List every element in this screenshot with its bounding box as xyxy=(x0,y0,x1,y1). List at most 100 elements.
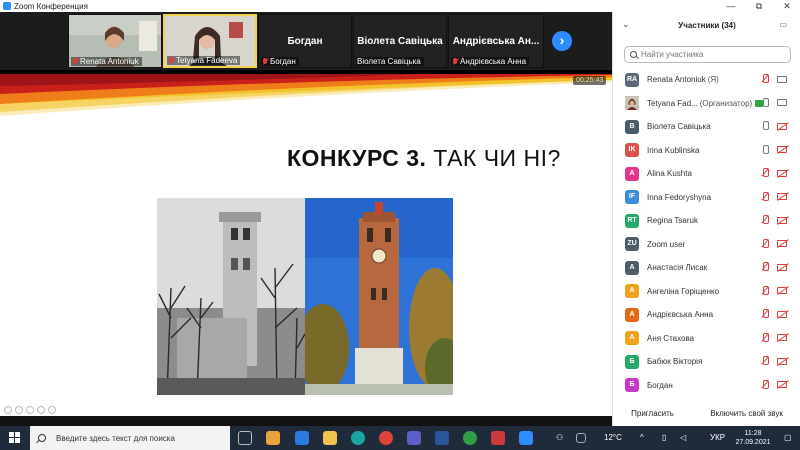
windows-start-icon[interactable] xyxy=(0,426,30,450)
volume-icon[interactable]: ◁ xyxy=(680,426,686,450)
popout-icon[interactable]: ▭ xyxy=(779,20,787,29)
camera-off-icon xyxy=(777,146,787,153)
name-tile-andrievska[interactable]: Андрієвська Ан... Андрієвська Анна xyxy=(448,14,544,68)
slide-title-rest: ТАК ЧИ НІ? xyxy=(426,145,561,171)
name-tile-violeta[interactable]: Віолета Савіцька Віолета Савіцька xyxy=(353,14,447,68)
participant-row[interactable]: Tetyana Fad... (Организатор) xyxy=(613,92,800,116)
camera-on-icon xyxy=(777,75,787,83)
participant-row[interactable]: Б Богдан xyxy=(613,374,800,398)
slide-title: КОНКУРС 3. ТАК ЧИ НІ? xyxy=(287,145,561,172)
tower-photo-old xyxy=(157,198,305,395)
participant-row[interactable]: IF Inna Fedoryshyna xyxy=(613,186,800,210)
recording-timer: 00:25:43 xyxy=(573,76,607,85)
clock-time: 11:28 xyxy=(744,430,762,437)
meeting-footer xyxy=(0,416,612,426)
title-bar: Zoom Конференция — ⧉ ✕ xyxy=(0,0,800,12)
eraser-tool-icon[interactable] xyxy=(26,406,34,414)
participant-row[interactable]: А Андрієвська Анна xyxy=(613,303,800,327)
restore-button[interactable]: ⧉ xyxy=(746,0,772,12)
participant-row[interactable]: А Аня Стахова xyxy=(613,327,800,351)
chrome-icon[interactable] xyxy=(379,431,393,445)
mail-icon[interactable] xyxy=(295,431,309,445)
zoom-logo-icon xyxy=(3,2,11,10)
more-tools-icon[interactable] xyxy=(48,406,56,414)
tile-caption: Renata Antoniuk xyxy=(71,57,142,66)
network-icon[interactable]: ▯ xyxy=(662,426,666,450)
word-icon[interactable] xyxy=(435,431,449,445)
participant-row[interactable]: RT Regina Tsaruk xyxy=(613,209,800,233)
participant-name: Андрієвська Анна xyxy=(647,310,714,320)
video-tile-renata[interactable]: Renata Antoniuk xyxy=(68,14,162,68)
participant-row[interactable]: ZU Zoom user xyxy=(613,233,800,257)
teams-icon[interactable] xyxy=(407,431,421,445)
participant-row[interactable]: В Віолета Савіцька xyxy=(613,115,800,139)
weather-temp[interactable]: 12°C xyxy=(604,426,622,450)
tile-caption: Богдан xyxy=(261,57,299,66)
camera-off-icon xyxy=(777,287,787,294)
avatar-photo xyxy=(625,96,639,111)
slide-swoosh-decoration xyxy=(0,74,612,116)
avatar: А xyxy=(625,307,639,322)
people-icon[interactable]: ⚇ xyxy=(556,426,563,450)
participant-row[interactable]: RA Renata Antoniuk (Я) xyxy=(613,68,800,92)
invite-button[interactable]: Пригласить xyxy=(625,406,680,421)
camera-off-icon xyxy=(777,240,787,247)
next-page-button[interactable]: › xyxy=(552,31,572,51)
participant-list: RA Renata Antoniuk (Я) Tetyana Fad... (О… xyxy=(613,68,800,397)
camera-on-icon xyxy=(777,99,787,106)
participants-header: ⌄ Участники (34) ▭ xyxy=(613,19,800,33)
close-button[interactable]: ✕ xyxy=(774,0,800,12)
participant-search-input[interactable] xyxy=(641,50,781,59)
participant-name: Alina Kushta xyxy=(647,169,692,179)
tile-display-name: Богдан xyxy=(287,36,323,47)
tray-chevron-icon[interactable]: ^ xyxy=(640,426,644,450)
participant-search[interactable] xyxy=(624,46,791,63)
avatar: RA xyxy=(625,72,639,87)
file-explorer-icon[interactable] xyxy=(323,431,337,445)
avatar: ZU xyxy=(625,237,639,252)
mic-muted-icon xyxy=(761,332,769,343)
participant-row[interactable]: А Анастасія Лисак xyxy=(613,256,800,280)
pen-tool-icon[interactable] xyxy=(15,406,23,414)
store-icon[interactable] xyxy=(266,431,280,445)
participant-name: Богдан xyxy=(647,380,673,390)
slide-title-bold: КОНКУРС 3. xyxy=(287,145,427,171)
name-tile-bogdan[interactable]: Богдан Богдан xyxy=(258,14,352,68)
participant-row[interactable]: IK Irina Kublinska xyxy=(613,139,800,163)
annotation-toolbar[interactable] xyxy=(4,406,56,414)
taskbar-search[interactable]: Введите здесь текст для поиска xyxy=(30,426,230,450)
task-view-icon[interactable] xyxy=(238,431,252,445)
tile-name: Renata Antoniuk xyxy=(80,57,139,66)
notifications-icon[interactable]: ▢ xyxy=(784,426,792,450)
participant-name: Анастасія Лисак xyxy=(647,263,708,273)
taskbar-search-placeholder: Введите здесь текст для поиска xyxy=(56,433,175,443)
weather-icon[interactable] xyxy=(576,433,586,443)
participant-name: Zoom user xyxy=(647,239,686,249)
avatar: А xyxy=(625,284,639,299)
app-icon[interactable] xyxy=(491,431,505,445)
participant-row[interactable]: A Alina Kushta xyxy=(613,162,800,186)
participant-row[interactable]: А Ангеліна Горіщенко xyxy=(613,280,800,304)
tile-name: Андрієвська Анна xyxy=(460,57,527,66)
mic-muted-icon xyxy=(761,379,769,390)
edge-icon[interactable] xyxy=(351,431,365,445)
zoom-app-icon[interactable] xyxy=(519,431,533,445)
clock[interactable]: 11:28 27.09.2021 xyxy=(728,429,778,447)
muted-mic-icon xyxy=(262,57,268,66)
avatar: Б xyxy=(625,354,639,369)
unmute-self-button[interactable]: Включить свой звук xyxy=(704,406,789,421)
minimize-button[interactable]: — xyxy=(718,0,744,12)
video-tile-tetyana[interactable]: Tetyana Fadeeva xyxy=(163,14,257,68)
participant-row[interactable]: Б Бабюк Вікторія xyxy=(613,350,800,374)
tile-name: Богдан xyxy=(270,57,296,66)
participant-role: (Организатор) xyxy=(699,98,753,108)
tile-caption: Віолета Савіцька xyxy=(356,57,424,66)
language-indicator[interactable]: УКР xyxy=(710,426,725,450)
clock-date: 27.09.2021 xyxy=(735,439,771,446)
zoom-tool-icon[interactable] xyxy=(37,406,45,414)
pointer-tool-icon[interactable] xyxy=(4,406,12,414)
chrome-profile-icon[interactable] xyxy=(463,431,477,445)
tile-name: Tetyana Fadeeva xyxy=(176,56,238,65)
participant-name: Regina Tsaruk xyxy=(647,216,698,226)
participant-name: Tetyana Fad... xyxy=(647,98,698,108)
